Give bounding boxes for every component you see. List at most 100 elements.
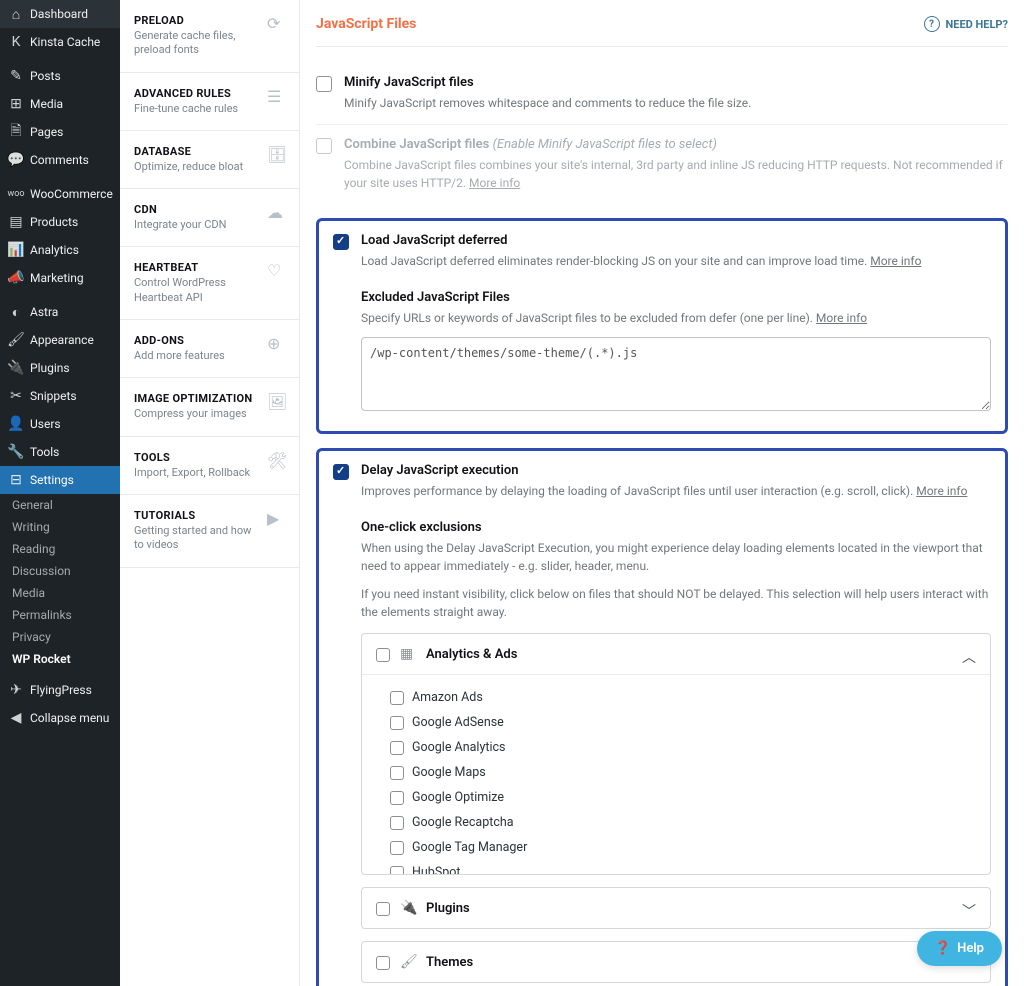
more-info-link[interactable]: More info [916, 484, 967, 498]
settings-icon: ⊟ [8, 472, 24, 488]
sidebar-item-marketing[interactable]: 📣Marketing [0, 264, 120, 292]
oneclick-desc-1: When using the Delay JavaScript Executio… [361, 539, 991, 575]
sidebar-item-analytics[interactable]: 📊Analytics [0, 236, 120, 264]
sidebar-sub-wp-rocket[interactable]: WP Rocket [0, 648, 120, 670]
sidebar-item-dashboard[interactable]: ⌂ Dashboard [0, 0, 120, 28]
sidebar-item-label: FlyingPress [30, 683, 92, 697]
settings-tab-heartbeat[interactable]: HEARTBEATControl WordPress Heartbeat API… [120, 247, 299, 320]
sidebar-item-label: Plugins [30, 361, 70, 375]
settings-tab-tutorials[interactable]: TUTORIALSGetting started and how to vide… [120, 495, 299, 568]
sidebar-item-comments[interactable]: 💬Comments [0, 146, 120, 174]
settings-tab-advanced-rules[interactable]: ADVANCED RULESFine-tune cache rules☰ [120, 73, 299, 131]
sidebar-item-collapse[interactable]: ◀Collapse menu [0, 704, 120, 732]
sidebar-item-label: Collapse menu [30, 711, 109, 725]
accordion-checkbox[interactable] [376, 956, 390, 970]
sidebar-sub-writing[interactable]: Writing [0, 516, 120, 538]
exclusion-checkbox[interactable] [390, 791, 404, 805]
sidebar-item-label: Appearance [30, 333, 94, 347]
help-beacon-button[interactable]: ❓ Help [917, 931, 1002, 966]
sidebar-item-pages[interactable]: 🗎Pages [0, 118, 120, 146]
tab-title: IMAGE OPTIMIZATION [134, 392, 259, 405]
exclusion-checkbox[interactable] [390, 866, 404, 874]
tab-desc: Optimize, reduce bloat [134, 160, 259, 174]
exclusion-item: Google Analytics [390, 735, 976, 760]
kinsta-icon: K [8, 34, 24, 50]
settings-tab-cdn[interactable]: CDNIntegrate your CDN☁ [120, 189, 299, 247]
exclusion-item: HubSpot [390, 860, 976, 874]
sidebar-item-settings[interactable]: ⊟ Settings [0, 466, 120, 494]
wp-admin-sidebar: ⌂ Dashboard KKinsta Cache ✎Posts ⊞Media 🗎… [0, 0, 120, 986]
need-help-link[interactable]: ? NEED HELP? [924, 16, 1009, 32]
products-icon: ▤ [8, 214, 24, 230]
tab-title: CDN [134, 203, 259, 216]
sidebar-item-appearance[interactable]: 🖌Appearance [0, 326, 120, 354]
delay-js-desc: Improves performance by delaying the loa… [361, 482, 991, 500]
settings-tab-preload[interactable]: PRELOADGenerate cache files, preload fon… [120, 0, 299, 73]
settings-tab-database[interactable]: DATABASEOptimize, reduce bloat🗄 [120, 131, 299, 189]
sidebar-item-flyingpress[interactable]: ✈FlyingPress [0, 676, 120, 704]
exclusion-label: Google AdSense [412, 715, 504, 730]
delay-js-checkbox[interactable] [333, 464, 349, 480]
help-beacon-label: Help [957, 941, 984, 956]
exclusion-label: Google Maps [412, 765, 486, 780]
sidebar-item-label: Astra [30, 305, 58, 319]
sidebar-item-products[interactable]: ▤Products [0, 208, 120, 236]
sidebar-item-users[interactable]: 👤Users [0, 410, 120, 438]
more-info-link[interactable]: More info [870, 254, 921, 268]
exclusion-label: Google Tag Manager [412, 840, 527, 855]
sidebar-item-label: Media [30, 97, 63, 111]
defer-js-checkbox[interactable] [333, 234, 349, 250]
comment-icon: 💬 [8, 152, 24, 168]
more-info-link[interactable]: More info [469, 176, 520, 190]
accordion-checkbox[interactable] [376, 648, 390, 662]
exclusion-checkbox[interactable] [390, 691, 404, 705]
tab-title: HEARTBEAT [134, 261, 259, 274]
oneclick-title: One-click exclusions [361, 520, 991, 535]
sidebar-sub-reading[interactable]: Reading [0, 538, 120, 560]
sidebar-item-label: Settings [30, 473, 74, 487]
accordion-header[interactable]: ▦ Analytics & Ads ︿ [362, 634, 990, 674]
defer-excluded-textarea[interactable] [361, 337, 991, 411]
sidebar-sub-media[interactable]: Media [0, 582, 120, 604]
exclusion-checkbox[interactable] [390, 766, 404, 780]
defer-js-desc: Load JavaScript deferred eliminates rend… [361, 252, 991, 270]
help-icon: ? [924, 16, 940, 32]
sidebar-sub-general[interactable]: General [0, 494, 120, 516]
exclusion-checkbox[interactable] [390, 741, 404, 755]
sidebar-item-tools[interactable]: 🔧Tools [0, 438, 120, 466]
sidebar-item-media[interactable]: ⊞Media [0, 90, 120, 118]
tab-icon: ☁ [267, 203, 285, 221]
sidebar-item-snippets[interactable]: ✂Snippets [0, 382, 120, 410]
accordion-header[interactable]: 🔌 Plugins ﹀ [362, 888, 990, 928]
marketing-icon: 📣 [8, 270, 24, 286]
sidebar-item-plugins[interactable]: 🔌Plugins [0, 354, 120, 382]
help-beacon-icon: ❓ [935, 941, 951, 956]
tab-icon: ☰ [267, 87, 285, 105]
tab-title: TUTORIALS [134, 509, 259, 522]
settings-tab-tools[interactable]: TOOLSImport, Export, Rollback🛠 [120, 437, 299, 495]
sidebar-sub-permalinks[interactable]: Permalinks [0, 604, 120, 626]
exclusion-item: Google AdSense [390, 710, 976, 735]
sidebar-item-woocommerce[interactable]: wooWooCommerce [0, 180, 120, 208]
more-info-link[interactable]: More info [816, 311, 867, 325]
exclusion-checkbox[interactable] [390, 841, 404, 855]
sidebar-item-label: Snippets [30, 389, 77, 403]
sidebar-item-posts[interactable]: ✎Posts [0, 62, 120, 90]
tab-desc: Compress your images [134, 407, 259, 421]
sidebar-item-label: Dashboard [30, 7, 88, 21]
chevron-up-icon: ︿ [962, 647, 976, 661]
dashboard-icon: ⌂ [8, 6, 24, 22]
sidebar-item-kinsta-cache[interactable]: KKinsta Cache [0, 28, 120, 56]
sidebar-sub-discussion[interactable]: Discussion [0, 560, 120, 582]
accordion-checkbox[interactable] [376, 902, 390, 916]
sidebar-item-astra[interactable]: ◐ Astra [0, 298, 120, 326]
exclusion-label: Amazon Ads [412, 690, 483, 705]
settings-tab-image-optimization[interactable]: IMAGE OPTIMIZATIONCompress your images🖼 [120, 378, 299, 436]
exclusion-checkbox[interactable] [390, 716, 404, 730]
astra-icon: ◐ [8, 304, 24, 320]
minify-js-checkbox[interactable] [316, 76, 332, 92]
accordion-header[interactable]: 🖌 Themes ﹀ [362, 942, 990, 982]
settings-tab-add-ons[interactable]: ADD-ONSAdd more features⊕ [120, 320, 299, 378]
exclusion-checkbox[interactable] [390, 816, 404, 830]
sidebar-sub-privacy[interactable]: Privacy [0, 626, 120, 648]
